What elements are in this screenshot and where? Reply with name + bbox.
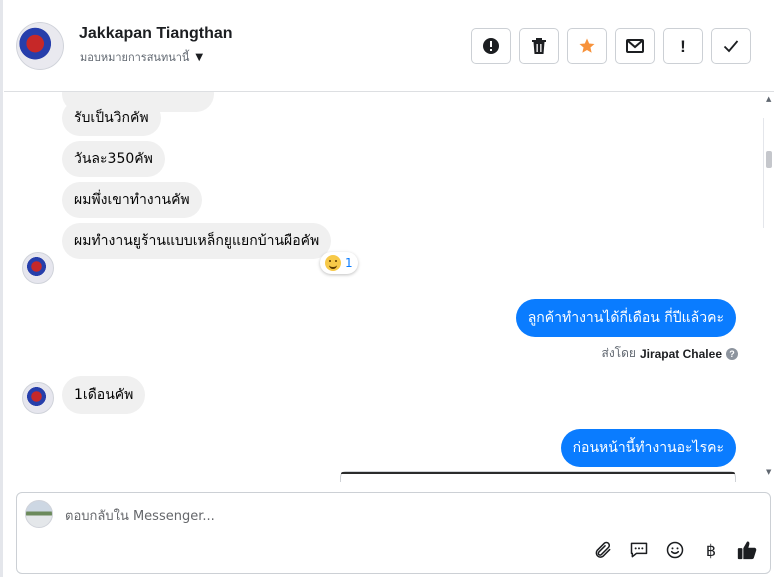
- composer-tools: ฿: [592, 539, 758, 561]
- star-button[interactable]: [567, 28, 607, 64]
- contact-avatar[interactable]: [16, 22, 64, 70]
- sent-by-prefix: ส่งโดย: [601, 346, 636, 360]
- caret-down-icon: ▼: [195, 51, 204, 63]
- saved-reply-icon: [630, 542, 648, 558]
- sender-name: Jirapat Chalee: [639, 346, 722, 361]
- smile-emoji-icon: [325, 255, 341, 271]
- paperclip-icon: [595, 541, 611, 558]
- info-icon[interactable]: ?: [726, 347, 738, 360]
- message-bubble-incoming: ผมทำงานยูร้านแบบเหล็กยูแยกบ้านผือคัพ: [62, 223, 332, 259]
- envelope-icon: [626, 39, 644, 53]
- message-reaction[interactable]: 1: [320, 252, 358, 274]
- message-bubble-outgoing: ลูกค้าทำงานได้กี่เดือน กี่ปีแล้วคะ: [515, 299, 736, 337]
- panel-divider: [0, 0, 3, 577]
- message-bubble-incoming: วันละ350คัพ: [62, 141, 165, 177]
- mail-button[interactable]: [615, 28, 655, 64]
- contact-name[interactable]: Jakkapan Tiangthan: [79, 25, 233, 43]
- check-icon: [723, 40, 739, 53]
- message-bubble-incoming: ผมพึ่งเขาทำงานคัพ: [62, 182, 202, 218]
- payment-button[interactable]: ฿: [700, 539, 722, 561]
- star-icon: [579, 38, 595, 53]
- messenger-conversation-panel: Jakkapan Tiangthan มอบหมายการสนทนานี้ ▼: [0, 0, 774, 577]
- like-button[interactable]: [736, 539, 758, 561]
- message-bubble-outgoing: ก่อนหน้านี้ทำงานอะไรคะ: [560, 429, 736, 467]
- baht-icon: ฿: [705, 540, 717, 560]
- assign-label: มอบหมายการสนทนานี้: [80, 51, 190, 64]
- thread-scrollbar[interactable]: ▲ ▼: [763, 92, 774, 482]
- reply-composer: ฿: [16, 492, 771, 574]
- header-actions: !: [471, 28, 751, 64]
- alert-circle-icon: [483, 38, 499, 54]
- scroll-down-arrow-icon[interactable]: ▼: [766, 468, 771, 476]
- message-bubble-incoming: รับเป็นวิกคัพ: [62, 100, 161, 136]
- conversation-header: Jakkapan Tiangthan มอบหมายการสนทนานี้ ▼: [4, 0, 774, 92]
- trash-icon: [532, 38, 546, 54]
- flag-button[interactable]: !: [663, 28, 703, 64]
- done-button[interactable]: [711, 28, 751, 64]
- sent-by-label: ส่งโดย Jirapat Chalee ?: [601, 344, 738, 363]
- contact-avatar-small: [22, 252, 54, 284]
- message-bubble-incoming: 1เดือนคัพ: [62, 376, 146, 414]
- thumbs-up-icon: [737, 541, 757, 560]
- contact-avatar-small: [22, 382, 54, 414]
- scrollbar-track: [763, 118, 764, 228]
- emoji-button[interactable]: [664, 539, 686, 561]
- message-thread[interactable]: รับเป็นวิกคัพ วันละ350คัพ ผมพึ่งเขาทำงาน…: [4, 92, 766, 482]
- attach-button[interactable]: [592, 539, 614, 561]
- scrollbar-thumb[interactable]: [766, 151, 772, 168]
- page-avatar: [25, 500, 53, 528]
- scroll-up-arrow-icon[interactable]: ▲: [766, 95, 771, 103]
- attachment-preview-card[interactable]: [340, 471, 736, 482]
- saved-reply-button[interactable]: [628, 539, 650, 561]
- emoji-icon: [666, 541, 684, 559]
- delete-button[interactable]: [519, 28, 559, 64]
- reply-input[interactable]: [65, 506, 705, 526]
- assign-conversation-dropdown[interactable]: มอบหมายการสนทนานี้ ▼: [80, 48, 203, 66]
- reaction-count: 1: [345, 256, 353, 270]
- exclamation-icon: !: [680, 36, 686, 56]
- spam-button[interactable]: [471, 28, 511, 64]
